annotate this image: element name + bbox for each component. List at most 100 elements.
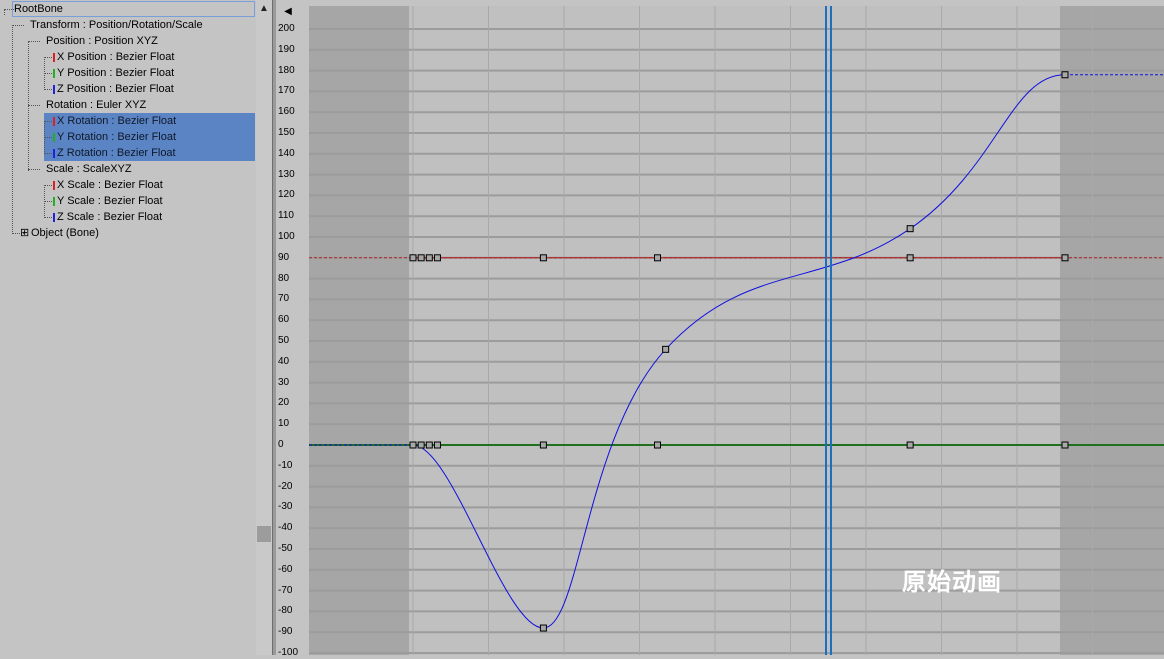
channel-color-icon	[53, 133, 55, 142]
tree-connector	[44, 121, 52, 122]
curve-graph[interactable]	[309, 0, 1164, 655]
tree-item-label: Position : Position XYZ	[46, 35, 158, 47]
curve-canvas[interactable]	[309, 0, 1164, 655]
tree-scrollbar[interactable]: ▲	[256, 0, 272, 655]
tree-connector	[44, 89, 52, 90]
x-rotation-key[interactable]	[1061, 254, 1069, 262]
value-tick-label: -20	[278, 480, 293, 492]
tree-connector	[12, 25, 24, 26]
value-tick-label: 40	[278, 355, 290, 367]
expand-plus-icon[interactable]: ⊞	[20, 225, 29, 241]
y-rotation-key[interactable]	[539, 441, 547, 449]
channel-color-icon	[53, 149, 55, 158]
tree-connector	[44, 153, 52, 154]
value-tick-label: 180	[278, 64, 295, 76]
y-rotation-key[interactable]	[1061, 441, 1069, 449]
value-tick-label: 100	[278, 231, 295, 242]
value-tick-label: 50	[278, 335, 290, 346]
scroll-thumb[interactable]	[257, 526, 271, 542]
value-tick-label: 120	[278, 189, 295, 201]
channel-color-icon	[53, 213, 55, 222]
value-tick-label: 20	[278, 397, 290, 409]
value-tick-label: 60	[278, 314, 290, 326]
value-tick-label: 90	[278, 251, 290, 263]
value-tick-label: 150	[278, 127, 295, 138]
tree-connector	[4, 9, 5, 15]
tree-connector	[44, 185, 52, 186]
x-rotation-key[interactable]	[409, 254, 417, 262]
value-tick-label: 10	[278, 418, 290, 430]
tree-connector	[44, 201, 52, 202]
value-tick-label: 160	[278, 106, 295, 118]
y-rotation-key[interactable]	[654, 441, 661, 449]
tree-item-label: Transform : Position/Rotation/Scale	[30, 19, 203, 31]
controller-tree: RootBone Transform : Position/Rotation/Sc…	[0, 0, 256, 655]
tree-item-label: X Rotation : Bezier Float	[57, 115, 177, 127]
channel-color-icon	[53, 181, 55, 190]
value-tick-label: -60	[278, 563, 293, 575]
y-rotation-key[interactable]	[425, 441, 433, 449]
x-rotation-key[interactable]	[906, 254, 914, 262]
tree-item-label: Y Scale : Bezier Float	[57, 195, 163, 207]
tree-item-label: Y Position : Bezier Float	[57, 67, 175, 79]
out-of-range-right	[1060, 6, 1164, 655]
tree-item-label: X Position : Bezier Float	[57, 51, 175, 63]
tree-item-label: Z Scale : Bezier Float	[57, 211, 163, 223]
tree-item-label: Y Rotation : Bezier Float	[57, 131, 177, 143]
tree-connector	[12, 25, 13, 234]
tree-item-label: Object (Bone)	[31, 227, 99, 239]
x-rotation-key[interactable]	[654, 254, 661, 262]
value-tick-label: 200	[278, 23, 295, 34]
value-tick-label: -70	[278, 584, 293, 596]
tree-connector	[44, 73, 52, 74]
value-tick-label: -90	[278, 626, 293, 638]
tree-connector	[28, 41, 40, 42]
tree-item-label: Scale : ScaleXYZ	[46, 163, 132, 175]
value-tick-label: 70	[278, 293, 290, 305]
value-tick-label: 130	[278, 168, 295, 180]
z-rotation-key[interactable]	[906, 225, 914, 233]
value-tick-label: -10	[278, 459, 293, 471]
tree-connector	[44, 121, 45, 154]
tree-connector	[44, 217, 52, 218]
value-tick-label: -80	[278, 605, 293, 617]
x-rotation-key[interactable]	[417, 254, 425, 262]
z-rotation-key[interactable]	[539, 624, 547, 632]
tree-connector	[28, 41, 29, 171]
y-rotation-key[interactable]	[906, 441, 914, 449]
value-ruler: 200 190 180 170 160 150 140 130 120 110 100 90 80 70 6…	[276, 0, 310, 658]
channel-color-icon	[53, 53, 55, 62]
tree-item-label: X Scale : Bezier Float	[57, 179, 163, 191]
channel-color-icon	[53, 117, 55, 126]
tree-connector	[44, 57, 45, 90]
tree-item-label: Rotation : Euler XYZ	[46, 99, 147, 111]
collapse-arrow-icon[interactable]: ◀	[282, 5, 294, 19]
channel-color-icon	[53, 197, 55, 206]
z-rotation-key[interactable]	[662, 345, 670, 353]
graph-top-strip	[309, 0, 1164, 6]
scroll-up-icon[interactable]: ▲	[256, 2, 272, 16]
tree-item-label: RootBone	[14, 3, 63, 15]
z-rotation-key[interactable]	[409, 441, 417, 449]
value-tick-label: 190	[278, 43, 295, 55]
y-rotation-key[interactable]	[433, 441, 441, 449]
value-tick-label: 30	[278, 376, 290, 388]
value-tick-label: 110	[278, 210, 294, 222]
value-tick-label: 170	[278, 85, 295, 97]
z-rotation-key[interactable]	[1061, 71, 1069, 79]
x-rotation-key[interactable]	[425, 254, 433, 262]
y-rotation-key[interactable]	[417, 441, 425, 449]
value-tick-label: -40	[278, 522, 293, 534]
tree-connector	[28, 169, 40, 170]
value-tick-label: 80	[278, 272, 290, 284]
value-tick-label: -100	[278, 647, 299, 658]
z-rotation-curve	[412, 74, 1066, 629]
x-rotation-key[interactable]	[539, 254, 547, 262]
tree-connector	[28, 105, 40, 106]
value-tick-label: -50	[278, 543, 293, 554]
value-tick-label: 140	[278, 147, 295, 159]
value-tick-label: 0	[278, 439, 284, 450]
tree-connector	[44, 185, 45, 218]
x-rotation-key[interactable]	[433, 254, 441, 262]
channel-color-icon	[53, 85, 55, 94]
